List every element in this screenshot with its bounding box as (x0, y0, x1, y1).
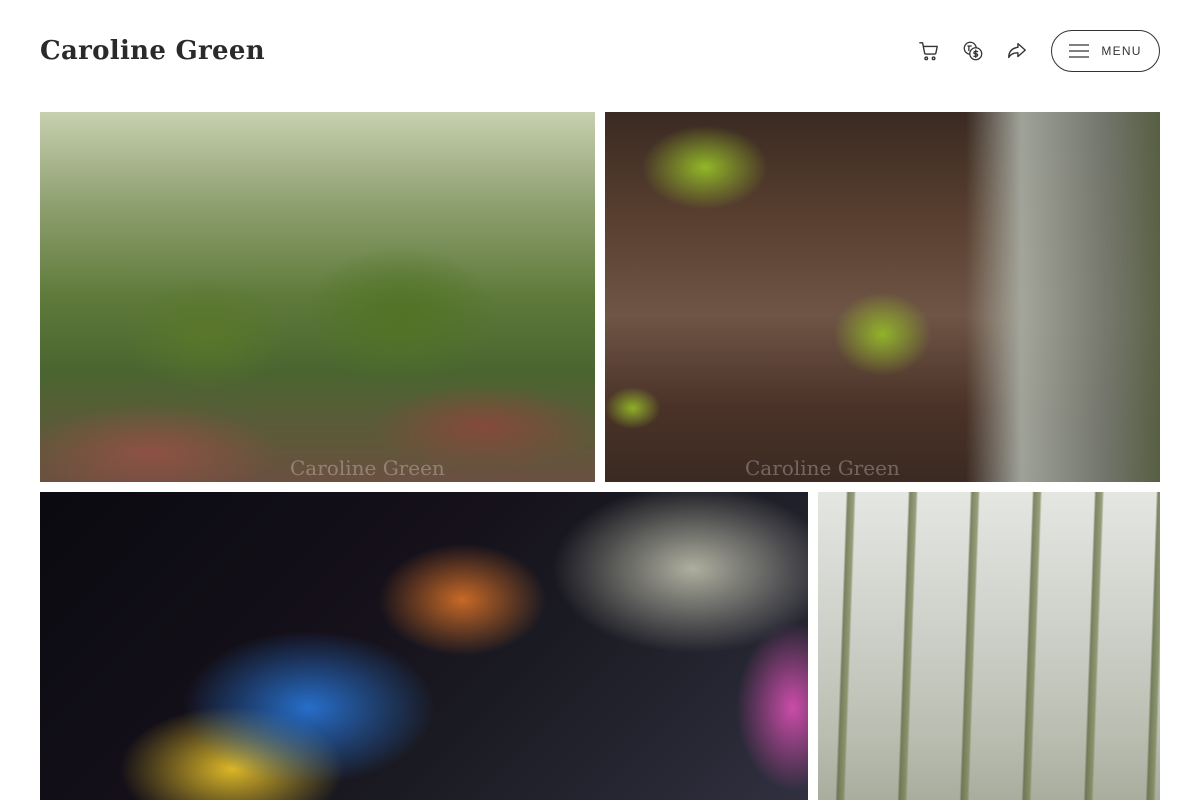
watermark: Caroline Green (745, 456, 900, 480)
header-actions: MENU (897, 30, 1160, 72)
watermark: Caroline Green (290, 456, 445, 480)
site-title[interactable]: Caroline Green (40, 36, 265, 66)
site-header: Caroline Green MENU (40, 30, 1160, 72)
menu-label: MENU (1101, 44, 1142, 58)
cart-icon[interactable] (917, 39, 941, 63)
menu-button[interactable]: MENU (1051, 30, 1160, 72)
gallery-image-iridescent-macro[interactable] (40, 492, 808, 800)
share-icon[interactable] (1005, 39, 1029, 63)
gallery-image-decaying-log[interactable]: Caroline Green (605, 112, 1160, 482)
currency-icon[interactable] (961, 39, 985, 63)
gallery-image-mossy-forest[interactable]: Caroline Green (40, 112, 595, 482)
gallery-image-ivy-trees[interactable] (818, 492, 1160, 800)
hamburger-icon (1069, 44, 1090, 58)
